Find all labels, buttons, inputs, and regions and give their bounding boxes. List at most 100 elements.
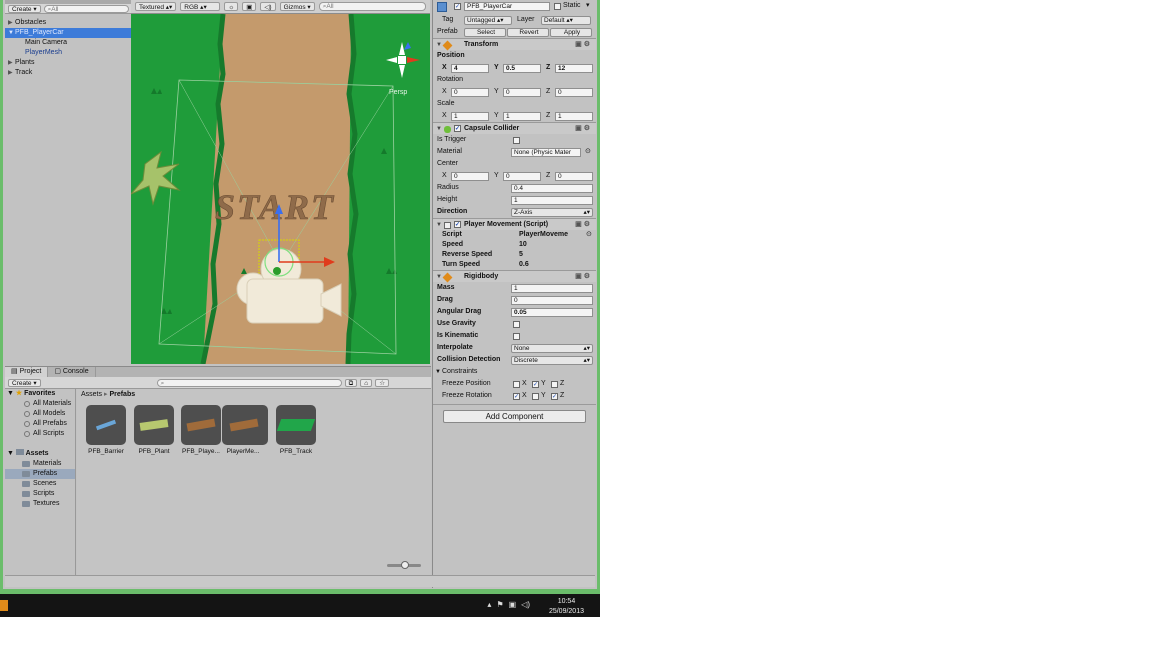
project-create-button[interactable]: Create ▾ [8, 378, 41, 387]
object-picker-icon[interactable]: ⊙ [585, 146, 591, 158]
reverse-speed-value[interactable]: 5 [519, 250, 523, 260]
folder-prefabs[interactable]: Prefabs [5, 469, 75, 479]
material-field[interactable]: None (Physic Mater [511, 147, 581, 157]
add-component-button[interactable]: Add Component [443, 410, 586, 423]
asset-pfb-plant[interactable]: PFB_Plant [133, 405, 175, 455]
scale-x-field[interactable]: 1 [451, 111, 489, 121]
folder-materials[interactable]: Materials [5, 459, 75, 469]
script-enabled-checkbox[interactable]: ✓ [454, 221, 461, 228]
favorites-header[interactable]: ▼ ★ Favorites [5, 389, 75, 399]
audio-toggle-icon[interactable]: ◁) [260, 2, 276, 11]
mass-field[interactable]: 1 [511, 283, 593, 293]
image-toggle-icon[interactable]: ▣ [242, 2, 257, 11]
tab-project[interactable]: ▤ Project [5, 367, 49, 377]
static-dropdown-icon[interactable]: ▾ [586, 0, 590, 12]
transform-header[interactable]: ▼ Transform ▣⚙ [433, 38, 596, 51]
zoom-slider[interactable] [387, 561, 421, 569]
object-name-field[interactable]: PFB_PlayerCar [464, 2, 550, 11]
height-field[interactable]: 1 [511, 195, 593, 205]
script-reference[interactable]: PlayerMoveme [519, 230, 568, 240]
capsule-collider-header[interactable]: ▼ ✓ Capsule Collider ▣⚙ [433, 122, 596, 134]
freeze-pos-y-checkbox[interactable]: ✓ [532, 380, 539, 388]
tree-item-track[interactable]: ▶ Track [5, 68, 132, 78]
expand-arrow-icon[interactable]: ▶ [8, 58, 15, 68]
flag-icon[interactable]: ⚑ [496, 600, 503, 609]
breadcrumb-prefabs[interactable]: Prefabs [109, 391, 135, 398]
favorite-all-models[interactable]: All Models [5, 409, 75, 419]
constraints-row[interactable]: ▼ Constraints [433, 366, 596, 378]
taskbar-clock[interactable]: 10:54 25/09/2013 [549, 597, 584, 617]
scale-z-field[interactable]: 1 [555, 111, 593, 121]
freeze-pos-z-checkbox[interactable] [551, 380, 558, 388]
gizmos-dropdown[interactable]: Gizmos ▾ [279, 2, 315, 11]
center-x-field[interactable]: 0 [451, 171, 489, 181]
prefab-apply-button[interactable]: Apply [550, 27, 592, 37]
tree-item-pfb-playercar[interactable]: ▼PFB_PlayerCar [5, 28, 132, 38]
expand-arrow-icon[interactable]: ▶ [8, 18, 15, 28]
radius-field[interactable]: 0.4 [511, 183, 593, 193]
render-mode-dropdown[interactable]: RGB ▴▾ [180, 2, 221, 11]
tree-item-playermesh[interactable]: PlayerMesh [5, 48, 132, 58]
collapse-arrow-icon[interactable]: ▼ [435, 366, 441, 378]
use-gravity-checkbox[interactable] [513, 320, 520, 328]
asset-pfb-barrier[interactable]: PFB_Barrier [85, 405, 127, 455]
filter-type-icon[interactable]: ⧉ [344, 378, 358, 387]
asset-playermesh[interactable]: PlayerMe... [222, 405, 268, 455]
tray-expand-icon[interactable]: ▴ [487, 600, 491, 609]
shading-mode-dropdown[interactable]: Textured ▴▾ [135, 2, 177, 11]
center-y-field[interactable]: 0 [503, 171, 541, 181]
is-trigger-checkbox[interactable] [513, 136, 520, 144]
center-z-field[interactable]: 0 [555, 171, 593, 181]
lighting-toggle-icon[interactable]: ☼ [224, 2, 239, 11]
tree-item-main-camera[interactable]: Main Camera [5, 38, 132, 48]
rigidbody-header[interactable]: ▼ Rigidbody ▣⚙ [433, 270, 596, 283]
tab-console[interactable]: ▢ Console [48, 367, 96, 377]
project-search-input[interactable]: ⌕ [156, 378, 342, 387]
prefab-revert-button[interactable]: Revert [507, 27, 549, 37]
object-picker-icon[interactable]: ⊙ [586, 230, 592, 240]
prefab-select-button[interactable]: Select [464, 27, 506, 37]
interpolate-dropdown[interactable]: None ▴▾ [511, 343, 593, 353]
speed-value[interactable]: 10 [519, 240, 527, 250]
network-icon[interactable]: ▣ [509, 600, 517, 609]
asset-pfb-track[interactable]: PFB_Track [275, 405, 317, 455]
favorite-star-icon[interactable]: ☆ [375, 378, 390, 387]
collider-enabled-checkbox[interactable]: ✓ [454, 125, 461, 132]
is-kinematic-checkbox[interactable] [513, 332, 520, 340]
position-y-field[interactable]: 0.5 [503, 63, 541, 73]
asset-pfb-playercar[interactable]: PFB_Playe... [180, 405, 222, 455]
layer-dropdown[interactable]: Default ▴▾ [541, 15, 591, 25]
rotation-z-field[interactable]: 0 [555, 87, 593, 97]
turn-speed-value[interactable]: 0.6 [519, 260, 529, 270]
folder-textures[interactable]: Textures [5, 499, 75, 509]
favorite-all-scripts[interactable]: All Scripts [5, 429, 75, 439]
favorite-all-materials[interactable]: All Materials [5, 399, 75, 409]
scene-search-input[interactable]: ⌕All [318, 2, 426, 11]
favorite-all-prefabs[interactable]: All Prefabs [5, 419, 75, 429]
breadcrumb-assets[interactable]: Assets [81, 391, 102, 398]
tree-item-plants[interactable]: ▶ Plants [5, 58, 132, 68]
direction-dropdown[interactable]: Z-Axis ▴▾ [511, 207, 593, 217]
folder-scenes[interactable]: Scenes [5, 479, 75, 489]
start-button[interactable] [0, 600, 8, 611]
zoom-slider-thumb[interactable] [401, 561, 409, 569]
freeze-rot-x-checkbox[interactable]: ✓ [513, 392, 520, 400]
tree-item-obstacles[interactable]: ▶ Obstacles [5, 18, 132, 28]
folder-scripts[interactable]: Scripts [5, 489, 75, 499]
filter-label-icon[interactable]: ⌂ [360, 378, 373, 387]
assets-header[interactable]: ▼ Assets [5, 449, 75, 459]
rotation-y-field[interactable]: 0 [503, 87, 541, 97]
tag-dropdown[interactable]: Untagged ▴▾ [464, 15, 512, 25]
scale-y-field[interactable]: 1 [503, 111, 541, 121]
freeze-rot-y-checkbox[interactable] [532, 392, 539, 400]
rotation-x-field[interactable]: 0 [451, 87, 489, 97]
freeze-rot-z-checkbox[interactable]: ✓ [551, 392, 558, 400]
volume-icon[interactable]: ◁) [521, 600, 530, 609]
active-checkbox[interactable]: ✓ [454, 3, 461, 10]
angular-drag-field[interactable]: 0.05 [511, 307, 593, 317]
collapse-arrow-icon[interactable]: ▼ [8, 28, 15, 38]
player-movement-header[interactable]: ▼ ✓ Player Movement (Script) ▣⚙ [433, 218, 596, 230]
hierarchy-create-button[interactable]: Create ▾ [8, 4, 41, 13]
expand-arrow-icon[interactable]: ▶ [8, 68, 15, 78]
position-x-field[interactable]: 4 [451, 63, 489, 73]
